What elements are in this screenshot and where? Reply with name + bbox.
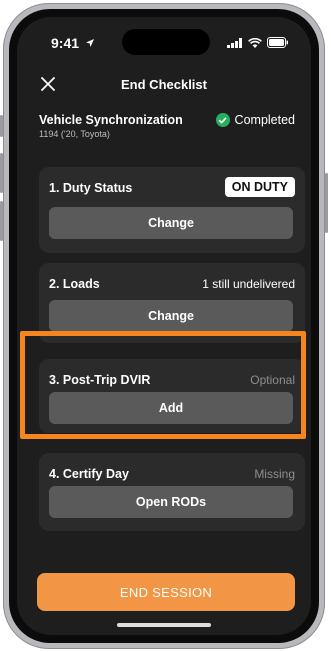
check-circle-icon xyxy=(215,113,230,127)
signal-icon xyxy=(227,37,242,48)
volume-down-button xyxy=(0,201,3,241)
sync-status-text: Completed xyxy=(234,113,295,127)
change-duty-status-button[interactable]: Change xyxy=(49,207,293,239)
screen: 9:41 End Checklist Vehicle Synchronizati… xyxy=(17,17,311,635)
certify-title: 4. Certify Day xyxy=(49,467,129,481)
phone-frame: 9:41 End Checklist Vehicle Synchronizati… xyxy=(0,3,328,649)
change-loads-button[interactable]: Change xyxy=(49,300,293,332)
loads-title: 2. Loads xyxy=(49,277,100,291)
battery-icon xyxy=(267,37,288,48)
volume-up-button xyxy=(0,153,3,193)
checklist-item-certify-day: 4. Certify Day Missing Open RODs xyxy=(39,453,305,531)
mute-switch xyxy=(0,115,3,137)
open-rods-button[interactable]: Open RODs xyxy=(49,486,293,518)
duty-status-badge: ON DUTY xyxy=(224,177,295,197)
certify-note: Missing xyxy=(254,467,295,481)
highlight-box xyxy=(20,331,306,439)
header: End Checklist xyxy=(17,71,311,101)
status-time: 9:41 xyxy=(51,35,95,51)
loads-note: 1 still undelivered xyxy=(202,277,295,291)
location-arrow-icon xyxy=(85,39,94,47)
sync-status: Completed xyxy=(215,113,295,127)
dynamic-island xyxy=(122,29,210,55)
status-bar: 9:41 xyxy=(17,17,311,63)
vehicle-sync-section: Vehicle Synchronization 1194 ('20, Toyot… xyxy=(39,113,295,147)
duty-status-title: 1. Duty Status xyxy=(49,181,133,195)
end-session-button[interactable]: END SESSION xyxy=(37,573,295,611)
status-icons xyxy=(227,37,289,48)
wifi-icon xyxy=(248,37,262,48)
home-indicator xyxy=(117,623,211,627)
time-text: 9:41 xyxy=(51,35,80,51)
checklist-item-duty-status: 1. Duty Status ON DUTY Change xyxy=(39,167,305,253)
sync-subtitle: 1194 ('20, Toyota) xyxy=(39,129,110,139)
power-button xyxy=(325,173,328,233)
page-title: End Checklist xyxy=(121,77,207,92)
phone-bezel: 9:41 End Checklist Vehicle Synchronizati… xyxy=(9,9,319,643)
